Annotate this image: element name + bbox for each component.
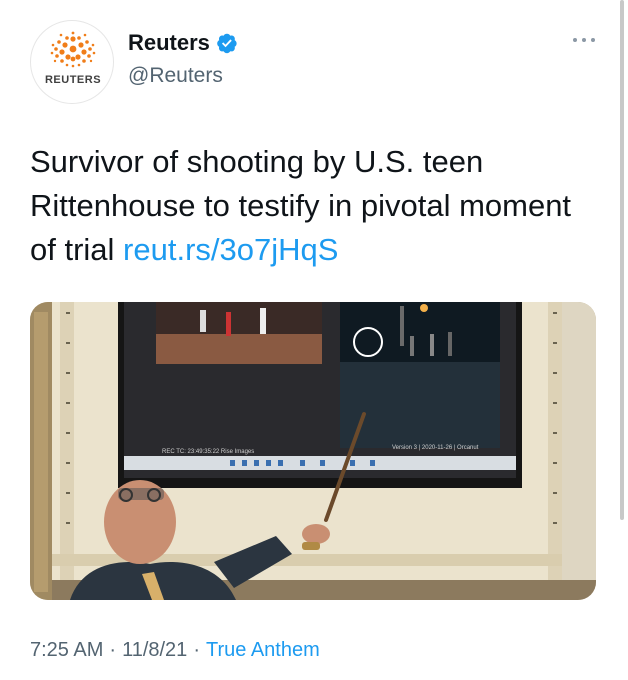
- display-name[interactable]: Reuters: [128, 30, 210, 56]
- more-horizontal-icon[interactable]: [573, 30, 597, 50]
- author-handle[interactable]: @Reuters: [128, 64, 223, 88]
- tweet-link[interactable]: reut.rs/3o7jHqS: [123, 232, 338, 267]
- tweet-photo[interactable]: REC TC: 23:49:35:22 Rise Images Version …: [30, 302, 596, 600]
- tweet: REUTERS Reuters @Reuters Survivor of sho…: [0, 0, 628, 680]
- scrollbar[interactable]: [620, 0, 624, 520]
- verified-badge-icon: [217, 33, 237, 54]
- screen-caption-right: Version 3 | 2020-11-26 | Orcanut: [392, 445, 479, 451]
- avatar[interactable]: REUTERS: [30, 20, 114, 104]
- screen-caption-left: REC TC: 23:49:35:22 Rise Images: [162, 449, 254, 455]
- reuters-logo-icon: [50, 31, 96, 68]
- meta-separator: ·: [109, 639, 117, 661]
- tweet-date[interactable]: 11/8/21: [122, 639, 187, 661]
- avatar-wordmark: REUTERS: [44, 74, 102, 86]
- tweet-time[interactable]: 7:25 AM: [30, 639, 103, 661]
- author-name-row: Reuters: [128, 30, 238, 56]
- tweet-text: Survivor of shooting by U.S. teen Ritten…: [30, 140, 590, 272]
- courtroom-photo: REC TC: 23:49:35:22 Rise Images Version …: [30, 302, 596, 600]
- tweet-meta: 7:25 AM · 11/8/21 · True Anthem: [30, 639, 320, 662]
- meta-separator-2: ·: [193, 639, 200, 661]
- tweet-source-link[interactable]: True Anthem: [206, 639, 320, 661]
